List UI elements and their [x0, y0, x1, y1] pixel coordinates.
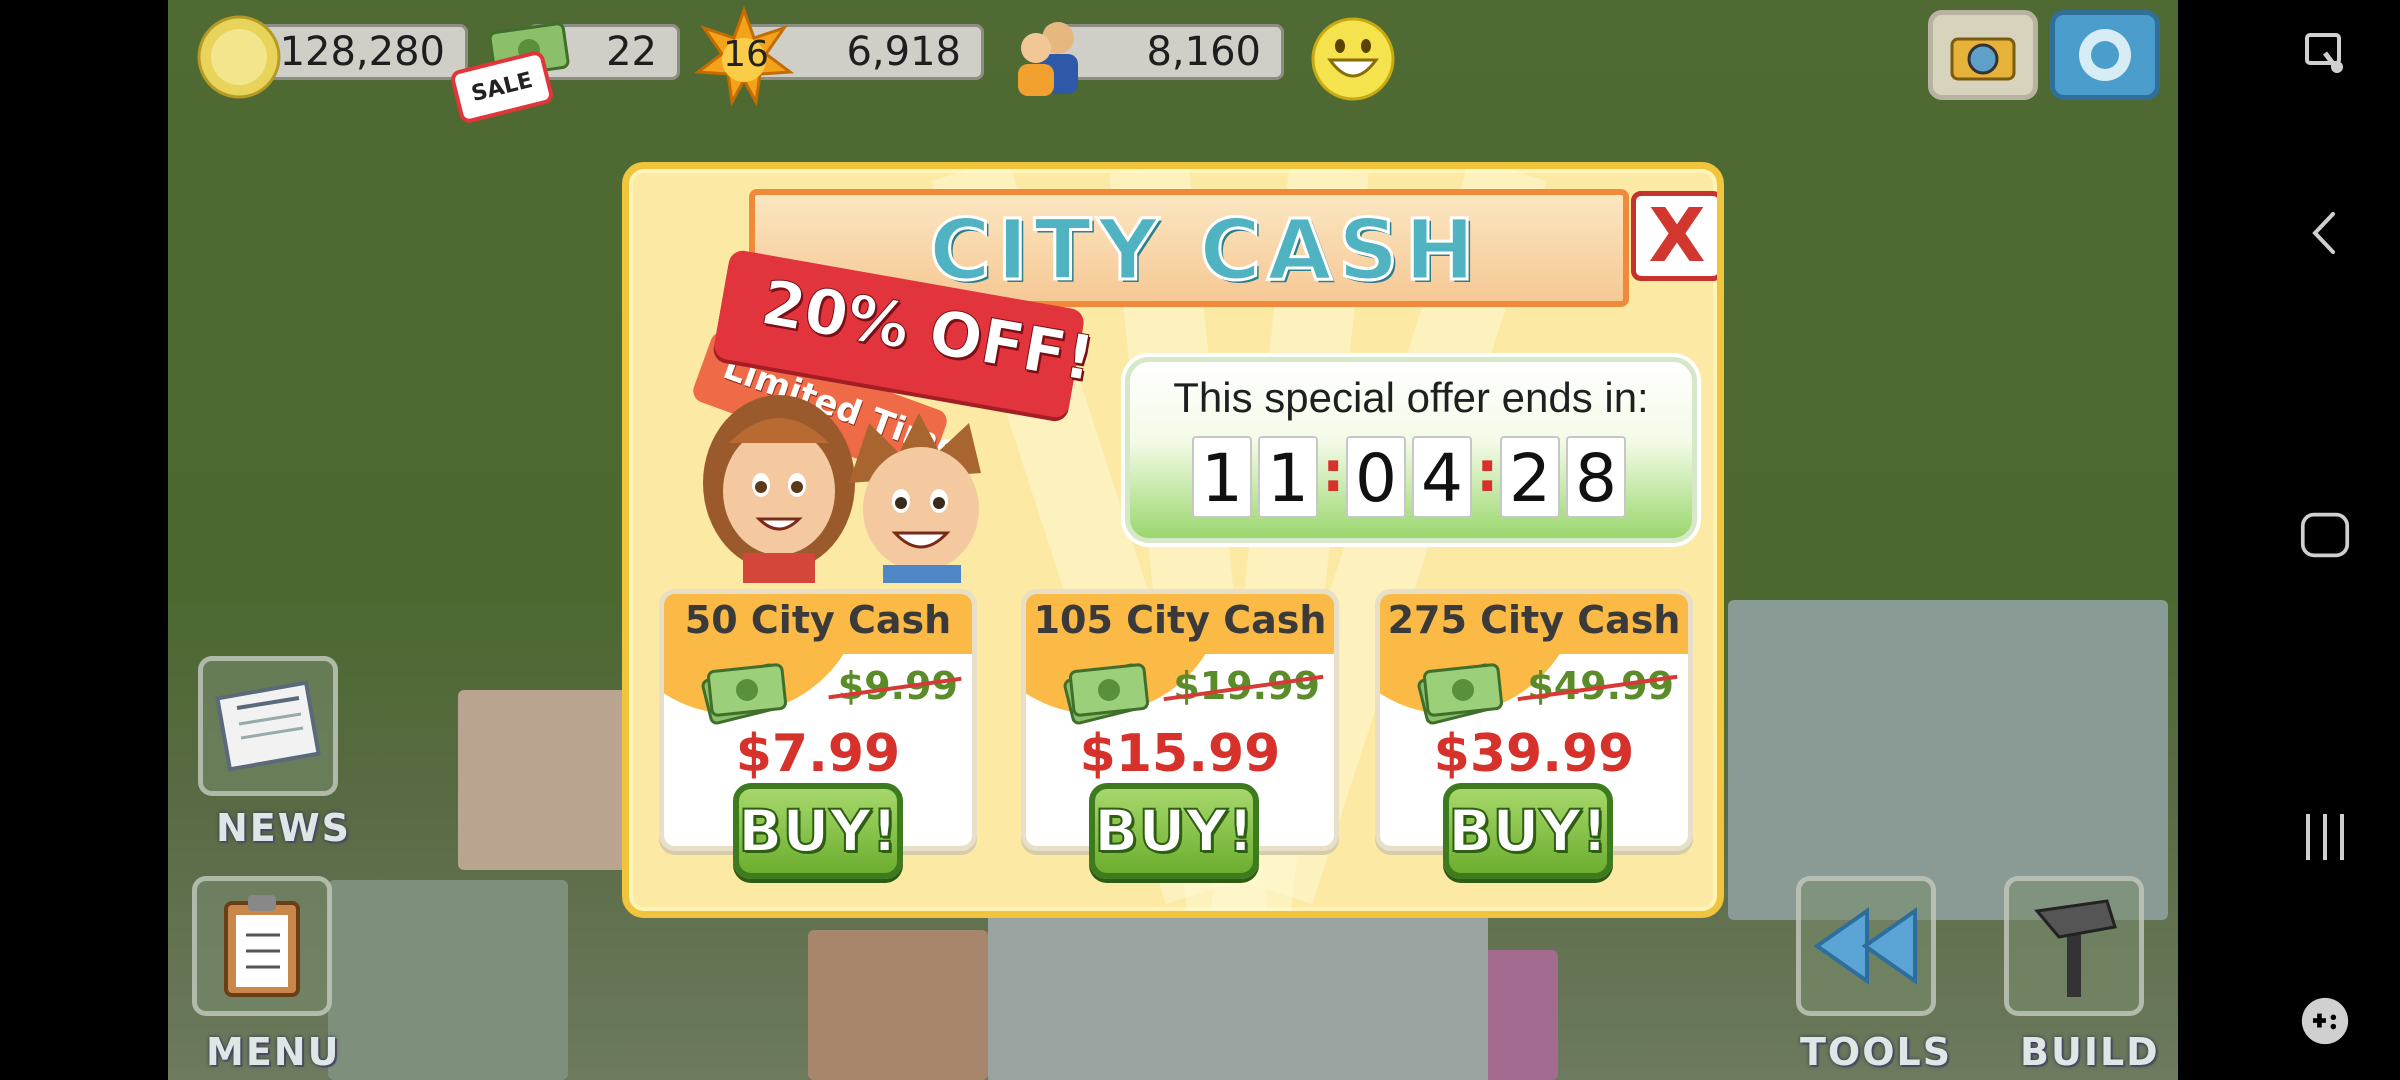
- recents-icon[interactable]: [2300, 812, 2350, 862]
- cash-bundle-icon: [1063, 663, 1150, 725]
- tools-button[interactable]: [1796, 876, 1936, 1016]
- sale-price: $39.99: [1433, 724, 1635, 784]
- buy-button-50[interactable]: BUY!: [733, 783, 903, 879]
- build-label: BUILD: [2020, 1030, 2160, 1074]
- news-button[interactable]: [198, 656, 338, 796]
- timer-digit: 8: [1566, 436, 1626, 518]
- level-value: 16: [716, 34, 776, 75]
- menu-label: MENU: [206, 1030, 341, 1074]
- screenshot-icon[interactable]: [2300, 28, 2350, 78]
- offer-title: 50 City Cash: [684, 598, 952, 642]
- coins-value: 128,280: [279, 29, 445, 75]
- newspaper-icon: [215, 680, 321, 772]
- timer-digit: 1: [1192, 436, 1252, 518]
- building-houses[interactable]: [328, 880, 568, 1080]
- population-value: 8,160: [1146, 29, 1261, 75]
- buy-label: BUY!: [1093, 796, 1255, 866]
- timer-digit: 2: [1500, 436, 1560, 518]
- close-button[interactable]: X: [1631, 191, 1717, 281]
- cash-value: 22: [606, 29, 657, 75]
- timer-digit: 0: [1346, 436, 1406, 518]
- timer-caption: This special offer ends in:: [1173, 374, 1649, 421]
- buy-label: BUY!: [1447, 796, 1609, 866]
- coin-icon: [196, 14, 282, 105]
- android-nav-bar: [2178, 0, 2400, 1080]
- building-bank[interactable]: [808, 930, 988, 1080]
- camera-icon: [1950, 37, 2016, 81]
- sale-price: $15.99: [1079, 724, 1281, 784]
- original-price: $19.99: [1163, 664, 1324, 708]
- tools-label: TOOLS: [1800, 1030, 1953, 1074]
- buy-label: BUY!: [737, 796, 899, 866]
- cash-bundle-icon: [701, 663, 788, 725]
- timer-digit: 4: [1412, 436, 1472, 518]
- sale-price: $7.99: [735, 724, 901, 784]
- game-tools-icon[interactable]: [2300, 996, 2350, 1046]
- offer-title: 105 City Cash: [1033, 598, 1327, 642]
- hammer-icon: [2034, 899, 2117, 997]
- camera-button[interactable]: [1928, 10, 2038, 100]
- population-icon: [1006, 12, 1092, 103]
- friends-icon: [2079, 29, 2131, 81]
- offer-title: 275 City Cash: [1387, 598, 1681, 642]
- original-price: $9.99: [828, 664, 962, 708]
- buy-button-275[interactable]: BUY!: [1443, 783, 1613, 879]
- back-icon[interactable]: [2300, 208, 2350, 258]
- sale-badge-label: SALE: [468, 67, 536, 107]
- news-label: NEWS: [216, 806, 352, 850]
- timer-separator: :: [1476, 440, 1499, 505]
- close-icon: X: [1648, 193, 1706, 279]
- happiness-icon[interactable]: [1310, 16, 1396, 107]
- home-icon[interactable]: [2300, 510, 2350, 560]
- timer-separator: :: [1322, 440, 1345, 505]
- city-cash-sale-dialog: CITY CASH SALE X Limited Time 20% OFF! T…: [622, 162, 1724, 918]
- building-warehouse[interactable]: [1728, 600, 2168, 920]
- menu-button[interactable]: [192, 876, 332, 1016]
- original-price: $49.99: [1517, 664, 1678, 708]
- building-museum[interactable]: [458, 690, 628, 870]
- rewind-icon: [1813, 907, 1917, 985]
- countdown-timer: This special offer ends in: 1 1 : 0 4 : …: [1125, 357, 1697, 543]
- build-button[interactable]: [2004, 876, 2144, 1016]
- xp-value: 6,918: [846, 29, 961, 75]
- buy-button-105[interactable]: BUY!: [1089, 783, 1259, 879]
- level-number: 16: [723, 34, 769, 75]
- clipboard-icon: [224, 895, 300, 997]
- road: [988, 900, 1488, 1080]
- timer-digit: 1: [1258, 436, 1318, 518]
- friends-button[interactable]: [2050, 10, 2160, 100]
- mascot-characters: [703, 395, 981, 583]
- cash-bundle-icon: [1417, 663, 1504, 725]
